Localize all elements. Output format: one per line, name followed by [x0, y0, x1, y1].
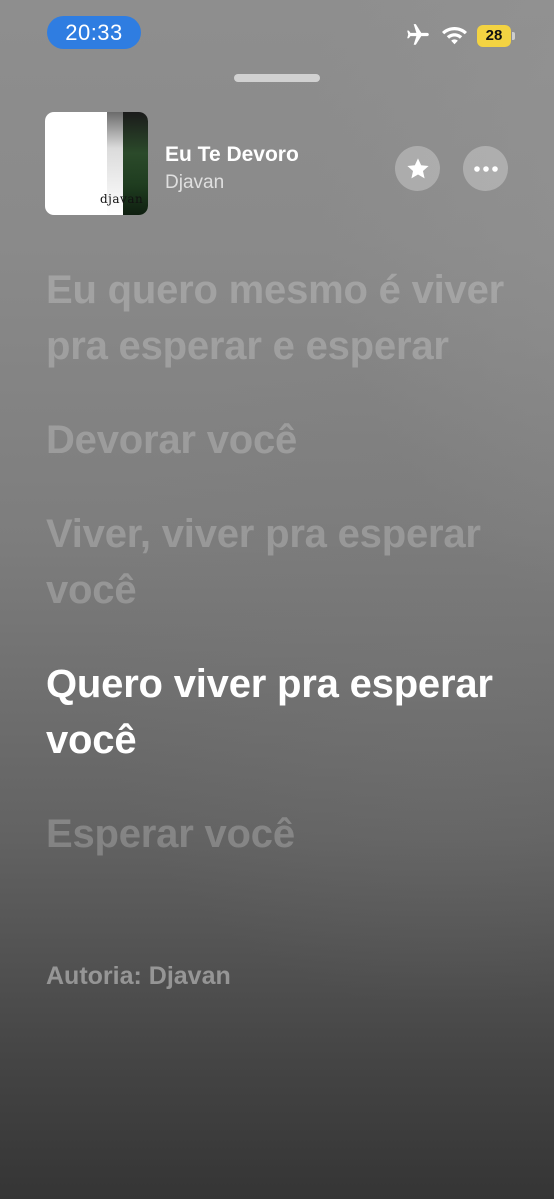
album-logo-text: djavan [100, 192, 144, 206]
lyric-line[interactable]: Viver, viver pra esperar você [46, 506, 516, 618]
lyric-line-current[interactable]: Quero viver pra esperar você [46, 656, 516, 768]
lyric-line[interactable]: Eu quero mesmo é viver pra esperar e esp… [46, 262, 516, 374]
ellipsis-icon [473, 165, 498, 172]
star-icon [406, 157, 429, 178]
lyrics-view[interactable]: Eu quero mesmo é viver pra esperar e esp… [46, 262, 516, 900]
status-bar: 20:33 28 [0, 0, 554, 64]
lyric-line[interactable]: Devorar você [46, 412, 516, 468]
airplane-icon [407, 24, 429, 45]
sheet-grabber[interactable] [234, 74, 320, 82]
battery-level: 28 [477, 25, 511, 47]
battery-icon: 28 [477, 25, 515, 47]
more-options-button[interactable] [463, 146, 508, 191]
lyric-line[interactable]: Esperar você [46, 806, 516, 862]
song-artist[interactable]: Djavan [165, 172, 224, 194]
favorite-button[interactable] [395, 146, 440, 191]
song-title[interactable]: Eu Te Devoro [165, 143, 299, 167]
album-artwork[interactable]: djavan [45, 112, 148, 215]
wifi-icon [442, 27, 467, 45]
songwriter-credits: Autoria: Djavan [46, 962, 231, 990]
status-time[interactable]: 20:33 [47, 16, 141, 49]
